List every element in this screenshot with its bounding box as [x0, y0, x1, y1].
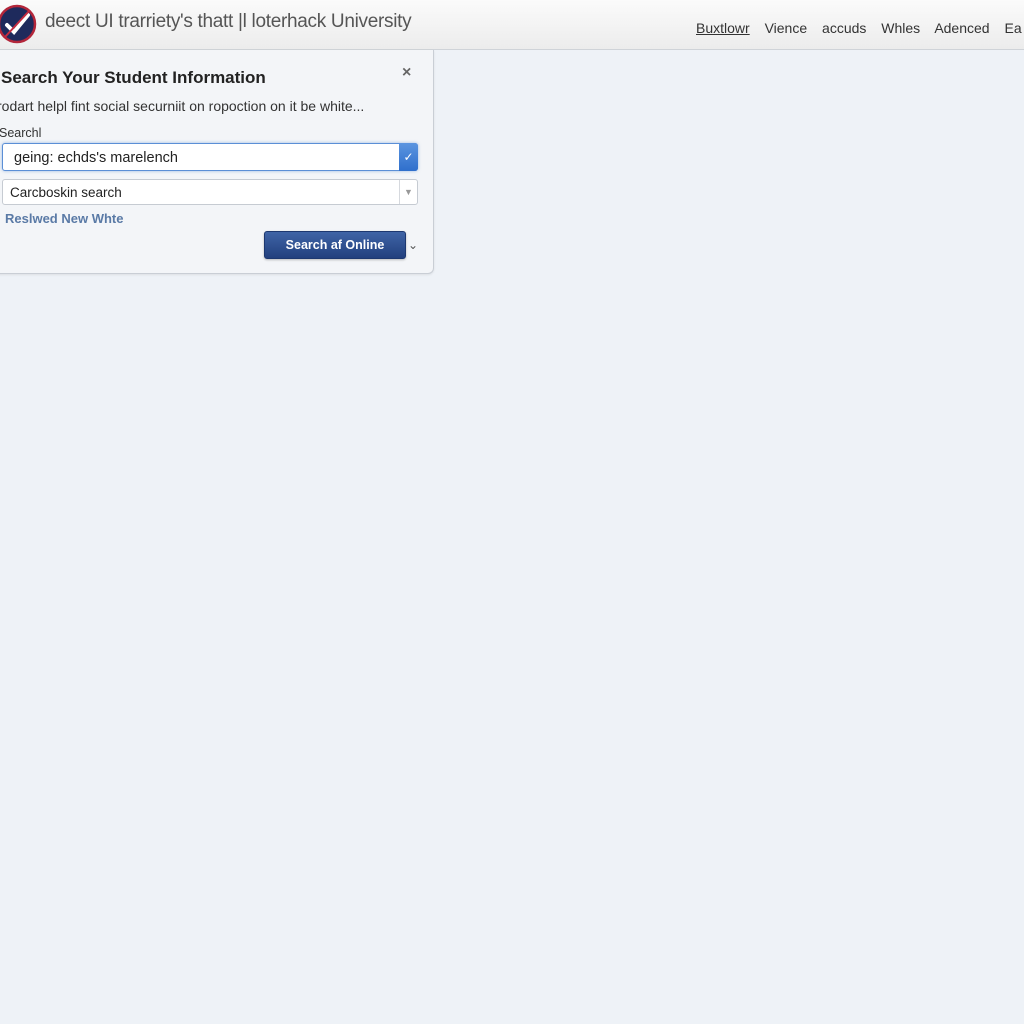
search-input-value: geing: echds's marelench — [14, 150, 178, 166]
nav-item-accuds[interactable]: accuds — [822, 20, 866, 36]
search-panel: Search Your Student Information × rodart… — [0, 50, 434, 274]
top-bar: deect UI trarriety's thatt |l loterhack … — [0, 0, 1024, 50]
nav-item-adenced[interactable]: Adenced — [934, 20, 989, 36]
search-online-button[interactable]: Search af Online — [264, 231, 406, 259]
nav-item-ea[interactable]: Ea — [1004, 20, 1021, 36]
chevron-down-icon[interactable]: ▼ — [399, 180, 417, 204]
nav-item-whles[interactable]: Whles — [881, 20, 920, 36]
search-input[interactable]: geing: echds's marelench ✓ — [2, 143, 418, 171]
search-label: Searchl — [0, 126, 42, 140]
nav-item-vience[interactable]: Vience — [765, 20, 808, 36]
panel-title: Search Your Student Information — [1, 68, 266, 87]
check-dropdown-icon[interactable]: ✓ — [399, 143, 418, 171]
nav-item-buxtlowr[interactable]: Buxtlowr — [696, 20, 750, 36]
site-title: deect UI trarriety's thatt |l loterhack … — [45, 11, 412, 32]
search-type-value: Carcboskin search — [10, 185, 122, 200]
search-type-select[interactable]: Carcboskin search ▼ — [2, 179, 418, 205]
top-nav: Buxtlowr Vience accuds Whles Adenced Ea — [696, 20, 1024, 36]
panel-description: rodart helpl fint social securniit on ro… — [0, 98, 365, 114]
expand-chevron-icon[interactable]: ⌄ — [408, 238, 418, 252]
reslwed-link[interactable]: Reslwed New Whte — [5, 211, 123, 226]
close-icon[interactable]: × — [402, 64, 411, 82]
university-logo-icon[interactable] — [0, 4, 37, 44]
